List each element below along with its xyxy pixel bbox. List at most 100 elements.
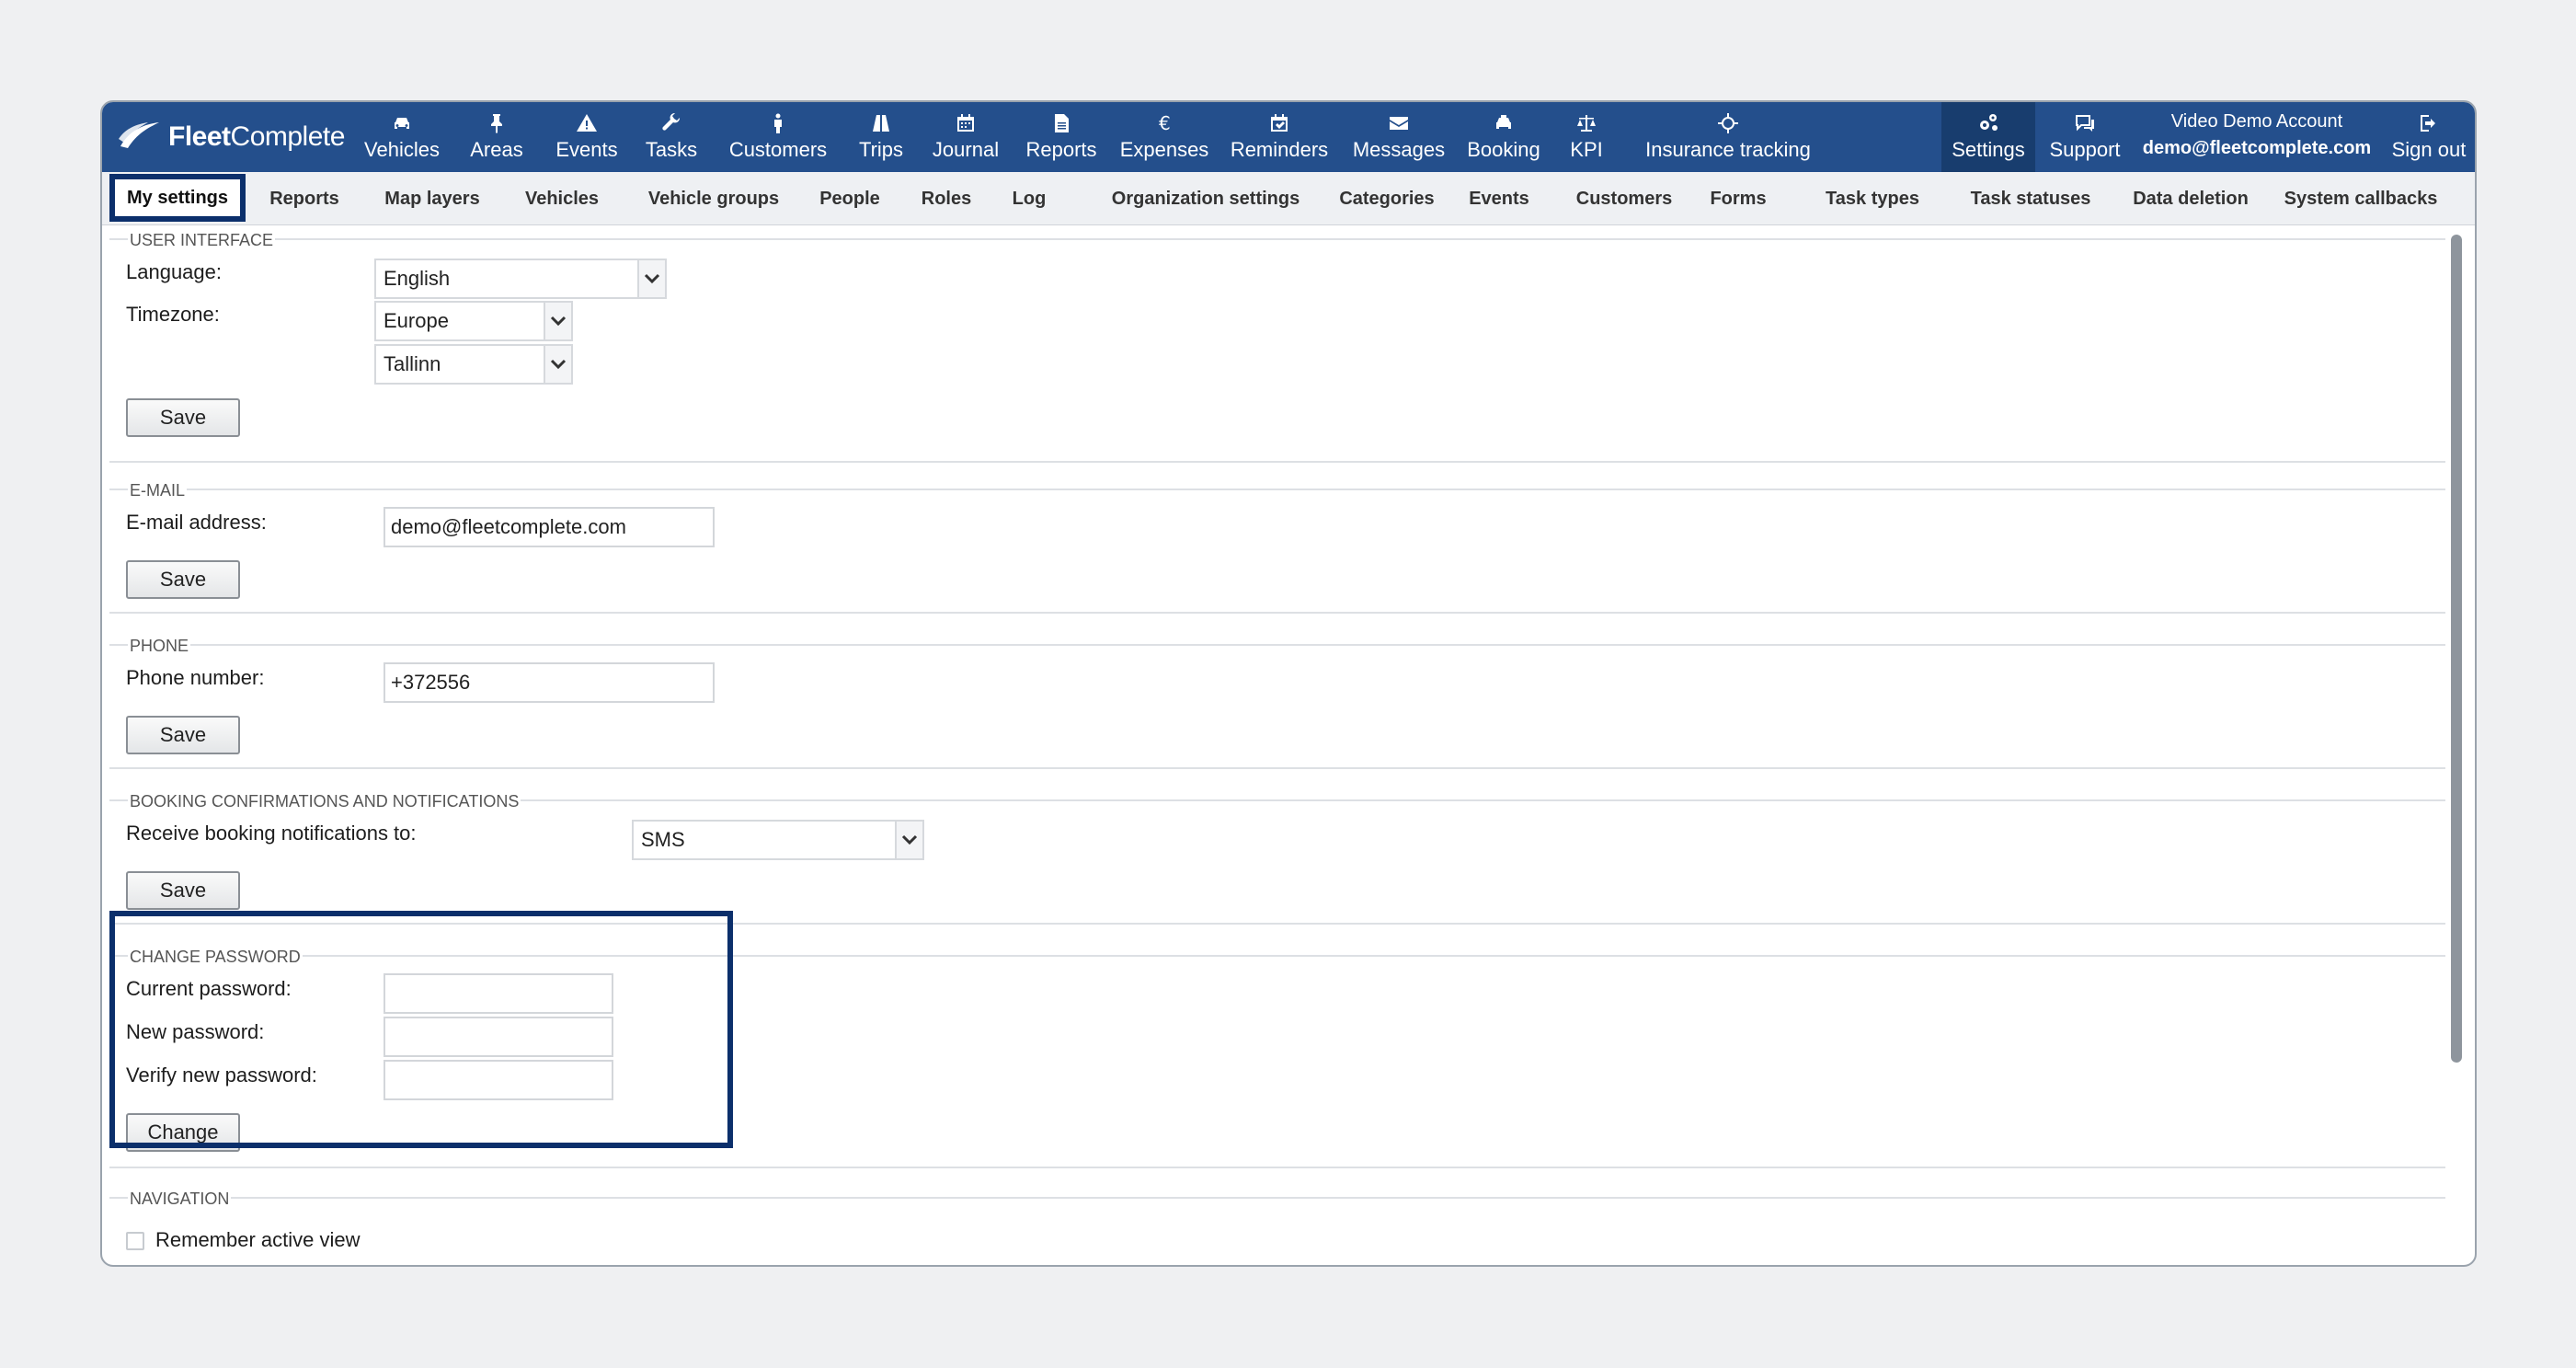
timezone-region-value: Europe (384, 309, 449, 332)
vertical-scrollbar[interactable] (2451, 235, 2462, 1063)
booking-notifications-heading: BOOKING CONFIRMATIONS AND NOTIFICATIONS (128, 792, 521, 811)
phone-section: PHONE Phone number: +372556 Save (109, 637, 2445, 769)
save-booking-button[interactable]: Save (126, 871, 240, 910)
logo-text-regular: Complete (230, 121, 346, 152)
tab-roles[interactable]: Roles (911, 172, 981, 225)
pin-icon (485, 112, 509, 134)
nav-messages[interactable]: Messages (1342, 102, 1456, 172)
remember-active-view-label: Remember active view (155, 1228, 361, 1251)
euro-icon: € (1152, 112, 1176, 134)
timezone-city-value: Tallinn (384, 352, 441, 375)
scale-icon (1574, 112, 1598, 134)
change-password-section: CHANGE PASSWORD Current password: New pa… (109, 948, 2445, 1168)
verify-password-label: Verify new password: (126, 1063, 317, 1086)
nav-reminders[interactable]: Reminders (1224, 102, 1334, 172)
tab-my-settings[interactable]: My settings (109, 174, 246, 222)
nav-events[interactable]: Events (550, 102, 624, 172)
navigation-heading: NAVIGATION (128, 1190, 232, 1209)
wrench-icon (659, 112, 683, 134)
chevron-down-icon (895, 822, 922, 858)
nav-customers[interactable]: Customers (718, 102, 838, 172)
tab-data-deletion[interactable]: Data deletion (2122, 172, 2260, 225)
email-section: E-MAIL E-mail address: demo@fleetcomplet… (109, 481, 2445, 614)
gears-icon (1976, 112, 2000, 134)
verify-password-field[interactable] (384, 1060, 613, 1100)
email-heading: E-MAIL (128, 481, 188, 500)
tab-events[interactable]: Events (1458, 172, 1540, 225)
nav-trips[interactable]: Trips (849, 102, 913, 172)
language-value: English (384, 267, 451, 290)
chevron-down-icon (544, 346, 571, 383)
tab-task-types[interactable]: Task types (1813, 172, 1932, 225)
phone-field[interactable]: +372556 (384, 662, 715, 703)
nav-settings[interactable]: Settings (1941, 102, 2035, 172)
crosshair-icon (1716, 112, 1740, 134)
tab-vehicle-groups[interactable]: Vehicle groups (635, 172, 792, 225)
tab-people[interactable]: People (808, 172, 891, 225)
user-interface-heading: USER INTERFACE (128, 231, 276, 250)
nav-tasks[interactable]: Tasks (639, 102, 704, 172)
logo-mark-icon (119, 122, 159, 148)
tab-categories[interactable]: Categories (1327, 172, 1447, 225)
nav-support[interactable]: Support (2041, 102, 2129, 172)
timezone-region-select[interactable]: Europe (374, 301, 573, 341)
nav-reports[interactable]: Reports (1020, 102, 1103, 172)
calendar-check-icon (1267, 112, 1291, 134)
tab-task-statuses[interactable]: Task statuses (1956, 172, 2105, 225)
booking-notifications-section: BOOKING CONFIRMATIONS AND NOTIFICATIONS … (109, 792, 2445, 925)
fleetcomplete-logo[interactable]: FleetComplete (117, 111, 345, 163)
language-select[interactable]: English (374, 259, 667, 299)
chevron-down-icon (637, 260, 665, 297)
nav-insurance-tracking[interactable]: Insurance tracking (1636, 102, 1820, 172)
tab-organization-settings[interactable]: Organization settings (1086, 172, 1325, 225)
booking-notifications-select[interactable]: SMS (632, 820, 924, 860)
booking-notifications-label: Receive booking notifications to: (126, 822, 417, 845)
timezone-city-select[interactable]: Tallinn (374, 344, 573, 385)
nav-kpi[interactable]: KPI (1559, 102, 1614, 172)
tab-map-layers[interactable]: Map layers (372, 172, 492, 225)
navigation-section: NAVIGATION Remember active view (109, 1190, 2445, 1265)
sign-out-icon (2417, 112, 2441, 134)
tab-log[interactable]: Log (1003, 172, 1055, 225)
nav-journal[interactable]: Journal (924, 102, 1007, 172)
current-password-label: Current password: (126, 977, 292, 1000)
nav-sign-out[interactable]: Sign out (2383, 102, 2475, 172)
tab-system-callbacks[interactable]: System callbacks (2269, 172, 2453, 225)
tab-vehicles[interactable]: Vehicles (516, 172, 608, 225)
phone-label: Phone number: (126, 666, 265, 689)
person-icon (766, 112, 790, 134)
nav-areas[interactable]: Areas (464, 102, 529, 172)
change-password-button[interactable]: Change (126, 1113, 240, 1152)
tab-customers[interactable]: Customers (1566, 172, 1682, 225)
account-info[interactable]: Video Demo Account demo@fleetcomplete.co… (2133, 111, 2381, 159)
remember-active-view-checkbox[interactable] (126, 1232, 144, 1250)
save-interface-button[interactable]: Save (126, 398, 240, 437)
save-phone-button[interactable]: Save (126, 716, 240, 754)
language-label: Language: (126, 260, 222, 283)
change-password-heading: CHANGE PASSWORD (128, 948, 303, 967)
new-password-field[interactable] (384, 1017, 613, 1057)
current-password-field[interactable] (384, 973, 613, 1014)
envelope-icon (1387, 112, 1411, 134)
calendar-icon (954, 112, 978, 134)
email-field[interactable]: demo@fleetcomplete.com (384, 507, 715, 547)
nav-booking[interactable]: Booking (1458, 102, 1550, 172)
save-email-button[interactable]: Save (126, 560, 240, 599)
car-icon (390, 112, 414, 134)
logo-text-bold: Fleet (168, 121, 231, 152)
account-email: demo@fleetcomplete.com (2142, 138, 2372, 158)
account-name: Video Demo Account (2170, 111, 2343, 132)
phone-heading: PHONE (128, 637, 191, 656)
document-icon (1049, 112, 1073, 134)
top-navigation-bar: FleetComplete Vehicles Areas Events Task… (102, 102, 2475, 172)
tab-reports[interactable]: Reports (260, 172, 349, 225)
tab-forms[interactable]: Forms (1699, 172, 1778, 225)
nav-vehicles[interactable]: Vehicles (360, 102, 444, 172)
booking-notifications-value: SMS (641, 828, 685, 851)
nav-expenses[interactable]: € Expenses (1110, 102, 1219, 172)
taxi-icon (1492, 112, 1516, 134)
warning-icon (575, 112, 599, 134)
road-icon (869, 112, 893, 134)
chat-icon (2073, 112, 2097, 134)
email-label: E-mail address: (126, 511, 267, 534)
